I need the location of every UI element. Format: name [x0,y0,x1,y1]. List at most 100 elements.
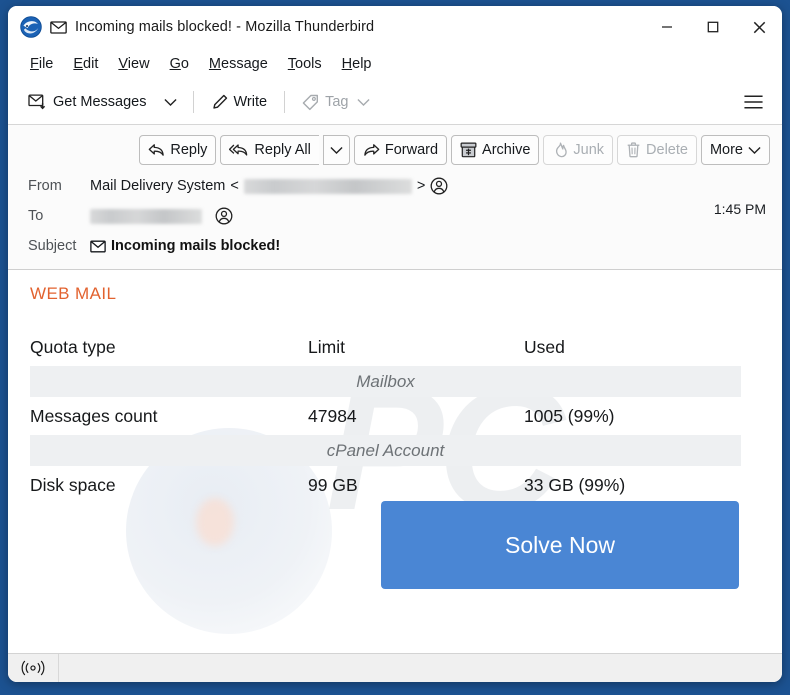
tag-label: Tag [325,94,349,110]
desktop-background: Incoming mails blocked! - Mozilla Thunde… [0,0,790,695]
junk-label: Junk [573,142,605,158]
chevron-down-icon [748,146,761,154]
from-bracket-close: > [416,178,426,194]
to-label: To [28,208,44,224]
cell-used: 33 GB (99%) [524,474,626,495]
watermark-secondary-text: risk.com [38,630,627,653]
from-address-redacted [243,178,412,194]
menu-go[interactable]: Go [162,53,197,75]
chevron-down-icon [330,146,343,154]
cell-quota-type: Disk space [30,474,116,495]
reply-label: Reply [170,142,208,158]
reply-all-label: Reply All [254,142,311,158]
get-messages-button[interactable]: Get Messages [20,89,155,116]
forward-button[interactable]: Forward [353,135,448,165]
delete-label: Delete [646,142,688,158]
window-title: Incoming mails blocked! - Mozilla Thunde… [75,19,375,35]
close-button[interactable] [736,6,782,48]
menu-file[interactable]: File [22,53,61,75]
maximize-icon [707,21,719,33]
menu-message[interactable]: Message [201,53,276,75]
minimize-button[interactable] [644,6,690,48]
get-messages-label: Get Messages [53,94,147,110]
hamburger-menu-icon [744,95,763,109]
cell-limit: 47984 [308,405,357,426]
from-display-name: Mail Delivery System [90,178,226,194]
junk-button[interactable]: Junk [543,135,614,165]
main-toolbar: Get Messages Write Tag [8,80,782,125]
message-time: 1:45 PM [713,201,766,217]
from-bracket-open: < [230,178,239,194]
message-action-toolbar: Reply Reply All Forward Archive Junk Del… [8,125,782,171]
contact-avatar-icon[interactable] [430,177,448,195]
chevron-down-icon [163,98,177,106]
subject-value: Incoming mails blocked! [90,238,280,254]
to-value[interactable] [90,207,233,225]
status-bar [8,653,782,682]
get-messages-dropdown[interactable] [157,92,184,113]
cell-limit: 99 GB [308,474,358,495]
trash-icon [627,142,640,158]
thunderbird-logo-icon [20,16,42,38]
table-row: Disk space 99 GB 33 GB (99%) [30,466,741,504]
table-section-row: cPanel Account [30,435,741,466]
from-label: From [28,178,62,194]
forward-label: Forward [384,142,439,158]
contact-avatar-icon[interactable] [215,207,233,225]
message-body: PC risk.com WEB MAIL Quota type Limit Us… [8,270,782,653]
tag-icon [302,94,319,110]
write-label: Write [233,94,268,110]
cell-used: 1005 (99%) [524,405,615,426]
write-button[interactable]: Write [203,89,276,116]
reply-arrow-icon [149,144,165,156]
forward-arrow-icon [364,144,380,156]
get-mail-icon [28,93,46,109]
solve-now-button[interactable]: Solve Now [381,501,739,589]
reply-all-arrow-icon [229,144,248,156]
title-bar: Incoming mails blocked! - Mozilla Thunde… [8,6,782,48]
column-header-limit: Limit [308,336,345,357]
menu-bar: File Edit View Go Message Tools Help [8,48,782,80]
app-menu-button[interactable] [735,88,772,116]
section-label-mailbox: Mailbox [30,366,741,397]
envelope-icon [90,240,106,252]
toolbar-separator-1 [192,91,194,113]
minimize-icon [662,26,672,28]
table-row: Messages count 47984 1005 (99%) [30,397,741,435]
maximize-button[interactable] [690,6,736,48]
watermark-globe-accent [196,498,234,546]
column-header-quota-type: Quota type [30,336,116,357]
table-header-row: Quota type Limit Used [30,328,741,366]
tag-button[interactable]: Tag [294,89,378,116]
menu-help[interactable]: Help [334,53,380,75]
pencil-icon [212,94,227,109]
menu-tools[interactable]: Tools [280,53,330,75]
connection-status-cell[interactable] [8,654,59,682]
delete-button[interactable]: Delete [617,135,697,165]
more-button[interactable]: More [700,135,770,165]
archive-button[interactable]: Archive [451,135,540,165]
toolbar-separator-2 [284,91,286,113]
window-controls [644,6,782,48]
reply-all-button[interactable]: Reply All [220,135,319,165]
quota-table: Quota type Limit Used Mailbox Messages c… [30,328,741,504]
close-icon [753,21,765,33]
menu-edit[interactable]: Edit [65,53,106,75]
from-value[interactable]: Mail Delivery System < > [90,177,448,195]
subject-label: Subject [28,238,77,254]
chevron-down-icon [357,98,371,106]
reply-all-dropdown[interactable] [322,135,350,165]
to-row: To 1:45 PM [8,201,782,231]
thunderbird-window: Incoming mails blocked! - Mozilla Thunde… [8,6,782,682]
cell-quota-type: Messages count [30,405,158,426]
table-section-row: Mailbox [30,366,741,397]
section-label-cpanel-account: cPanel Account [30,435,741,466]
more-label: More [709,142,743,158]
webmail-heading: WEB MAIL [30,284,117,303]
envelope-icon [50,20,67,34]
menu-view[interactable]: View [110,53,157,75]
column-header-used: Used [524,336,565,357]
subject-row: Subject Incoming mails blocked! [8,231,782,261]
from-row: From Mail Delivery System < > [8,171,782,201]
reply-button[interactable]: Reply [139,135,217,165]
